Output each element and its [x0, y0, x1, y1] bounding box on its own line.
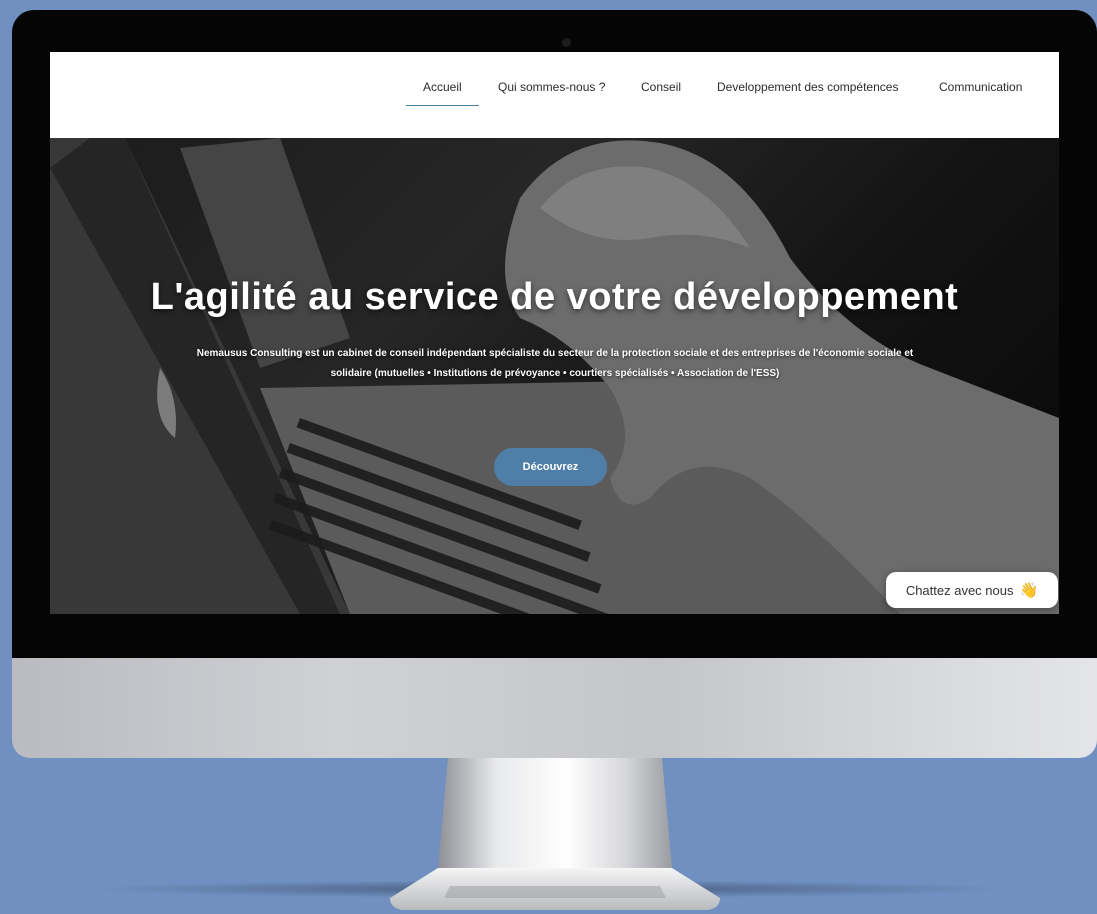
hero-description-line-2: solidaire (mutuelles • Institutions de p… — [330, 368, 780, 379]
waving-hand-icon: 👋 — [1019, 581, 1039, 599]
hero-description: Nemausus Consulting est un cabinet de co… — [120, 344, 990, 384]
nav-item-conseil[interactable]: Conseil — [641, 80, 681, 105]
nav-item-qui-sommes-nous[interactable]: Qui sommes-nous ? — [498, 80, 605, 105]
nav-item-accueil[interactable]: Accueil — [406, 80, 479, 106]
nav-item-developpement[interactable]: Developpement des compétences — [717, 80, 898, 105]
hero-description-line-1: Nemausus Consulting est un cabinet de co… — [196, 348, 914, 359]
camera-dot — [562, 38, 571, 47]
nav-item-communication[interactable]: Communication — [939, 80, 1022, 105]
chat-widget-button[interactable]: Chattez avec nous 👋 — [886, 572, 1058, 608]
monitor-stand — [390, 758, 720, 910]
decouvrez-button[interactable]: Découvrez — [494, 448, 607, 486]
hero-section: L'agilité au service de votre développem… — [50, 138, 1059, 614]
hero-title: L'agilité au service de votre développem… — [150, 276, 959, 318]
chat-widget-label: Chattez avec nous — [905, 582, 1014, 598]
screen: Accueil Qui sommes-nous ? Conseil Develo… — [50, 52, 1059, 614]
monitor-chin — [12, 658, 1097, 758]
navbar: Accueil Qui sommes-nous ? Conseil Develo… — [50, 52, 1059, 139]
